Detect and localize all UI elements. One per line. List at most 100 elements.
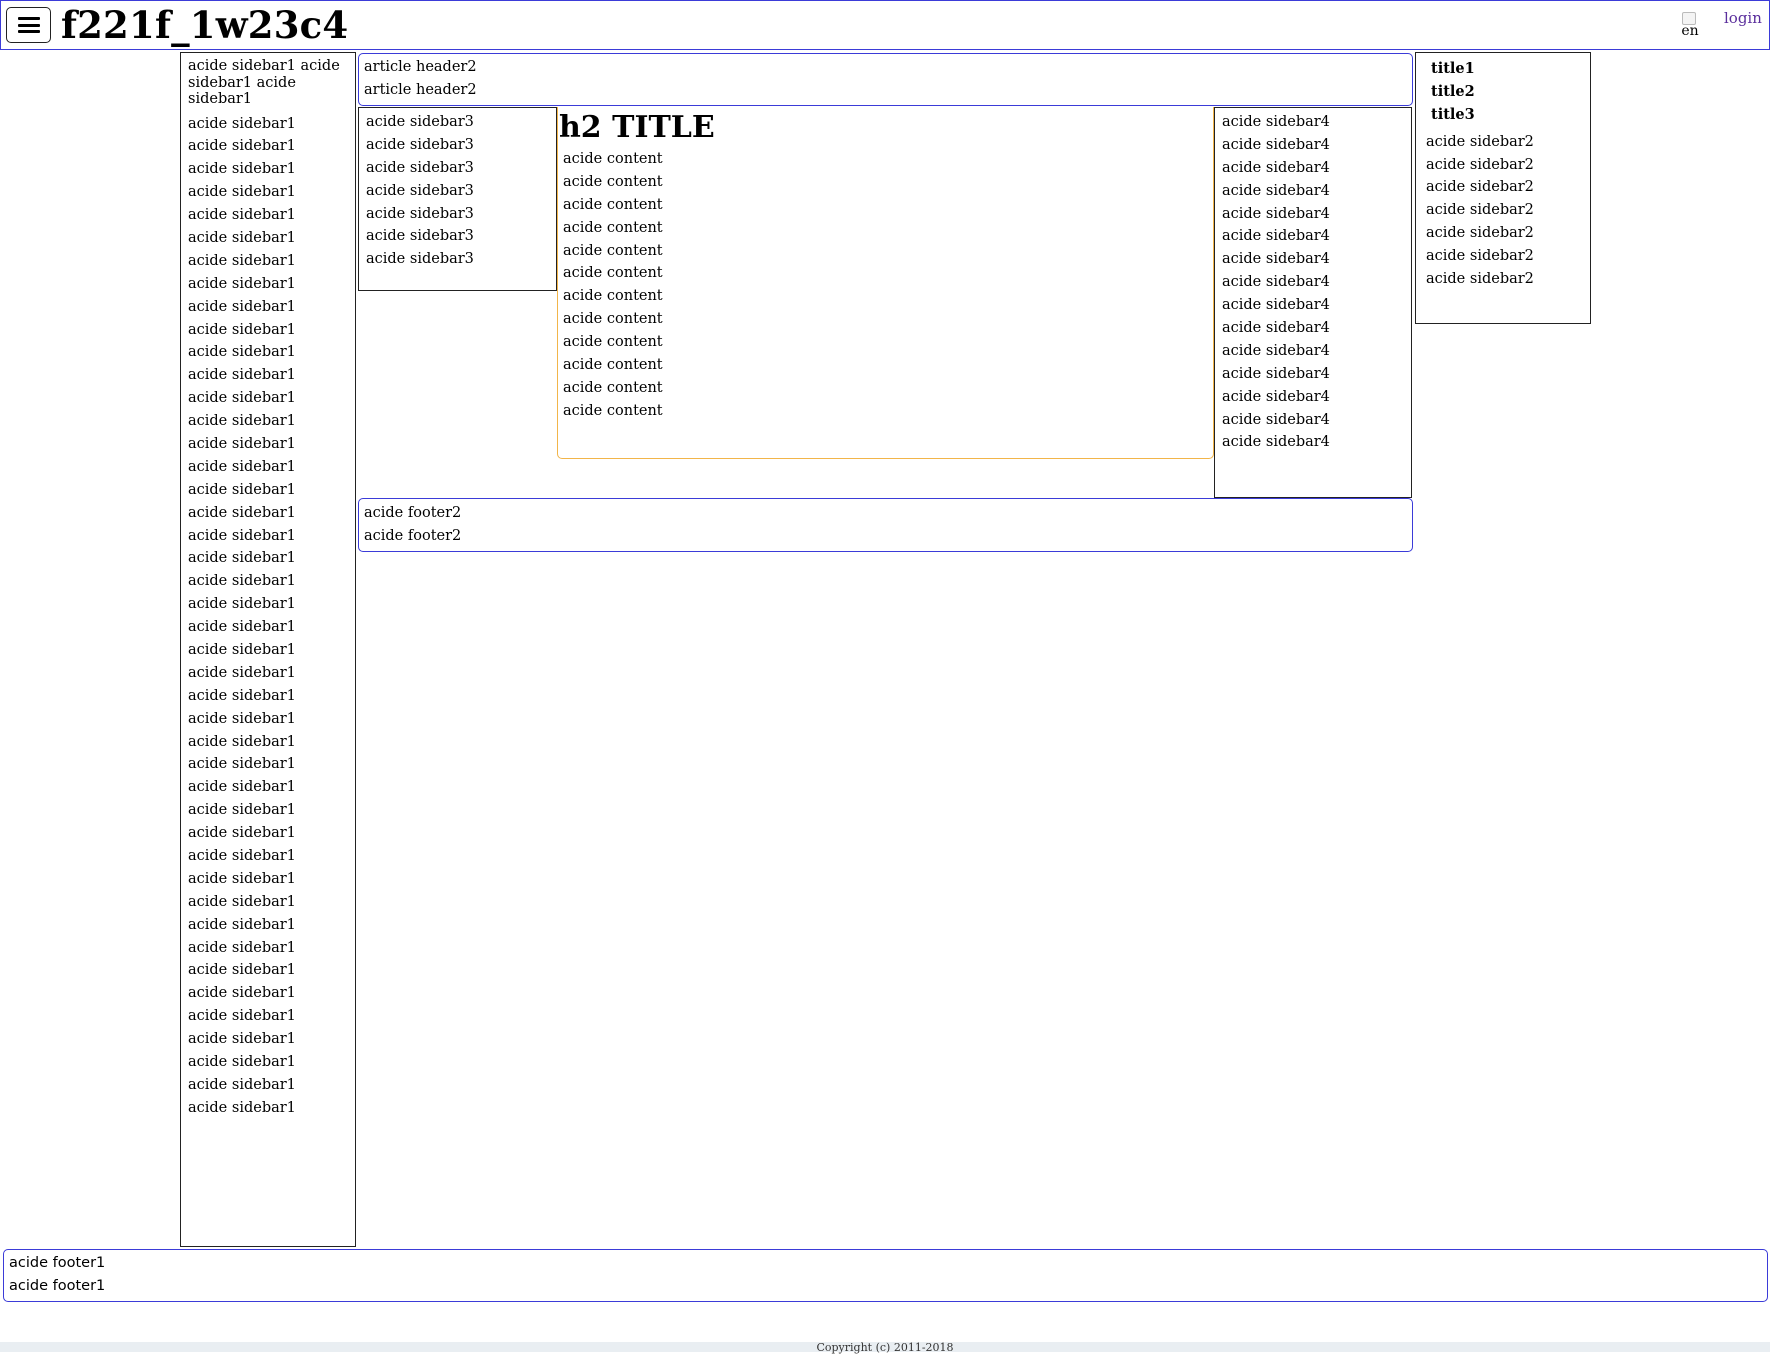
sidebar4-item: acide sidebar4 [1222, 342, 1330, 359]
sidebar1-item: acide sidebar1 [188, 504, 296, 521]
sidebar1: acide sidebar1 acide sidebar1 acide side… [180, 52, 356, 1247]
language-flag-icon[interactable]: en [1678, 12, 1702, 38]
sidebar1-item: acide sidebar1 [188, 916, 296, 933]
sidebar1-item: acide sidebar1 [188, 779, 296, 796]
sidebar2-item: acide sidebar2 [1426, 271, 1534, 288]
sidebar2-list: acide sidebar2 acide sidebar2 acide sideba… [1426, 131, 1590, 291]
menu-button[interactable] [6, 7, 51, 43]
sidebar4-item: acide sidebar4 [1222, 434, 1330, 451]
sidebar1-item: acide sidebar1 [188, 848, 296, 864]
sidebar1-item: acide sidebar1 [188, 825, 296, 842]
content-line: acide content [563, 219, 663, 236]
sidebar2-item: acide sidebar2 [1426, 202, 1534, 219]
sidebar3-list: acide sidebar3 acide sidebar3 acide sideba… [366, 111, 556, 271]
sidebar1-item: acide sidebar1 [188, 344, 296, 361]
sidebar1-item: acide sidebar1 [188, 756, 296, 773]
sidebar1-item: acide sidebar1 [188, 550, 296, 567]
sidebar2-title: title3 [1431, 105, 1475, 123]
sidebar1-item: acide sidebar1 [188, 596, 296, 613]
sidebar4-item: acide sidebar4 [1222, 182, 1330, 199]
sidebar1-item: acide sidebar1 [188, 939, 296, 956]
copyright-text: Copyright (c) 2011-2018 [816, 1341, 954, 1354]
footer1-line: acide footer1 [9, 1255, 106, 1271]
sidebar3: acide sidebar3 acide sidebar3 acide sideba… [358, 107, 557, 291]
sidebar1-item: acide sidebar1 [188, 985, 296, 1002]
sidebar1-item: acide sidebar1 [188, 619, 296, 636]
sidebar1-item: acide sidebar1 [188, 1076, 296, 1093]
sidebar2-item: acide sidebar2 [1426, 156, 1534, 173]
sidebar1-item: acide sidebar1 [188, 1054, 296, 1071]
footer1: acide footer1 acide footer1 [3, 1249, 1768, 1302]
content-line: acide content [563, 173, 663, 190]
sidebar1-item: acide sidebar1 [188, 1008, 296, 1025]
sidebar2-title: title1 [1431, 60, 1475, 77]
content-line: acide content [563, 357, 663, 374]
sidebar2-item: acide sidebar2 [1426, 179, 1534, 196]
content-line: acide content [563, 311, 663, 328]
sidebar4-item: acide sidebar4 [1222, 205, 1330, 222]
sidebar1-item: acide sidebar1 [188, 710, 296, 727]
sidebar1-item: acide sidebar1 [188, 138, 296, 155]
sidebar4-item: acide sidebar4 [1222, 136, 1330, 153]
sidebar1-item: acide sidebar1 [188, 641, 296, 658]
sidebar1-item: acide sidebar1 [188, 207, 296, 224]
content-line: acide content [563, 402, 663, 419]
article-header-line: article header2 [364, 81, 477, 98]
sidebar1-item: acide sidebar1 [188, 458, 296, 475]
sidebar2-item: acide sidebar2 [1426, 133, 1534, 150]
sidebar1-item: acide sidebar1 [188, 962, 296, 979]
sidebar2-item: acide sidebar2 [1426, 248, 1534, 265]
article-header-line: article header2 [364, 59, 477, 75]
sidebar2-titles: title1 title2 title3 [1426, 58, 1590, 127]
sidebar1-item: acide sidebar1 [188, 664, 296, 681]
sidebar3-item: acide sidebar3 [366, 251, 474, 268]
sidebar1-item: acide sidebar1 [188, 298, 296, 315]
sidebar2: title1 title2 title3 acide sidebar2 acide… [1415, 52, 1591, 324]
sidebar4-item: acide sidebar4 [1222, 320, 1330, 337]
content-line: acide content [563, 242, 663, 259]
content-line: acide content [563, 334, 663, 351]
content-line: acide content [563, 379, 663, 396]
sidebar1-item: acide sidebar1 [188, 161, 296, 178]
article-header: article header2 article header2 [358, 53, 1413, 106]
sidebar3-item: acide sidebar3 [366, 159, 474, 176]
sidebar3-item: acide sidebar3 [366, 205, 474, 222]
sidebar2-title: title2 [1431, 82, 1475, 100]
login-link[interactable]: login [1724, 9, 1762, 27]
sidebar4-item: acide sidebar4 [1222, 411, 1330, 428]
sidebar3-item: acide sidebar3 [366, 114, 474, 130]
sidebar4-item: acide sidebar4 [1222, 251, 1330, 268]
hamburger-menu-icon [17, 17, 40, 33]
content-list: acide content acide content acide content a… [563, 148, 1213, 423]
sidebar1-item: acide sidebar1 [188, 870, 296, 887]
content-line: acide content [563, 196, 663, 213]
sidebar1-item: acide sidebar1 [188, 802, 296, 819]
sidebar1-item: acide sidebar1 [188, 1031, 296, 1048]
sidebar1-item: acide sidebar1 [188, 321, 296, 338]
sidebar1-item: acide sidebar1 [188, 481, 296, 498]
sidebar1-item: acide sidebar1 [188, 1099, 296, 1116]
sidebar1-item: acide sidebar1 [188, 527, 296, 544]
sidebar4-item: acide sidebar4 [1222, 228, 1330, 245]
sidebar4-item: acide sidebar4 [1222, 297, 1330, 314]
footer2: acide footer2 acide footer2 [358, 498, 1413, 552]
sidebar3-item: acide sidebar3 [366, 182, 474, 199]
sidebar4-list: acide sidebar4 acide sidebar4 acide sideba… [1222, 111, 1411, 454]
sidebar4-item: acide sidebar4 [1222, 114, 1330, 130]
sidebar1-item: acide sidebar1 [188, 733, 296, 750]
content-line: acide content [563, 151, 663, 167]
sidebar1-item: acide sidebar1 [188, 893, 296, 910]
sidebar1-item: acide sidebar1 [188, 390, 296, 407]
footer2-line: acide footer2 [364, 527, 462, 544]
sidebar1-item: acide sidebar1 [188, 229, 296, 246]
sidebar1-first-item: acide sidebar1 acide sidebar1 acide side… [188, 58, 340, 107]
sidebar1-item: acide sidebar1 [188, 573, 296, 590]
sidebar3-item: acide sidebar3 [366, 136, 474, 153]
content-title: h2 TITLE [559, 110, 715, 145]
sidebar4: acide sidebar4 acide sidebar4 acide sideba… [1214, 107, 1412, 498]
sidebar1-item: acide sidebar1 [188, 115, 296, 132]
language-alt-text: en [1681, 23, 1699, 39]
sidebar1-item: acide sidebar1 [188, 435, 296, 452]
sidebar1-item: acide sidebar1 [188, 252, 296, 269]
content-line: acide content [563, 265, 663, 282]
